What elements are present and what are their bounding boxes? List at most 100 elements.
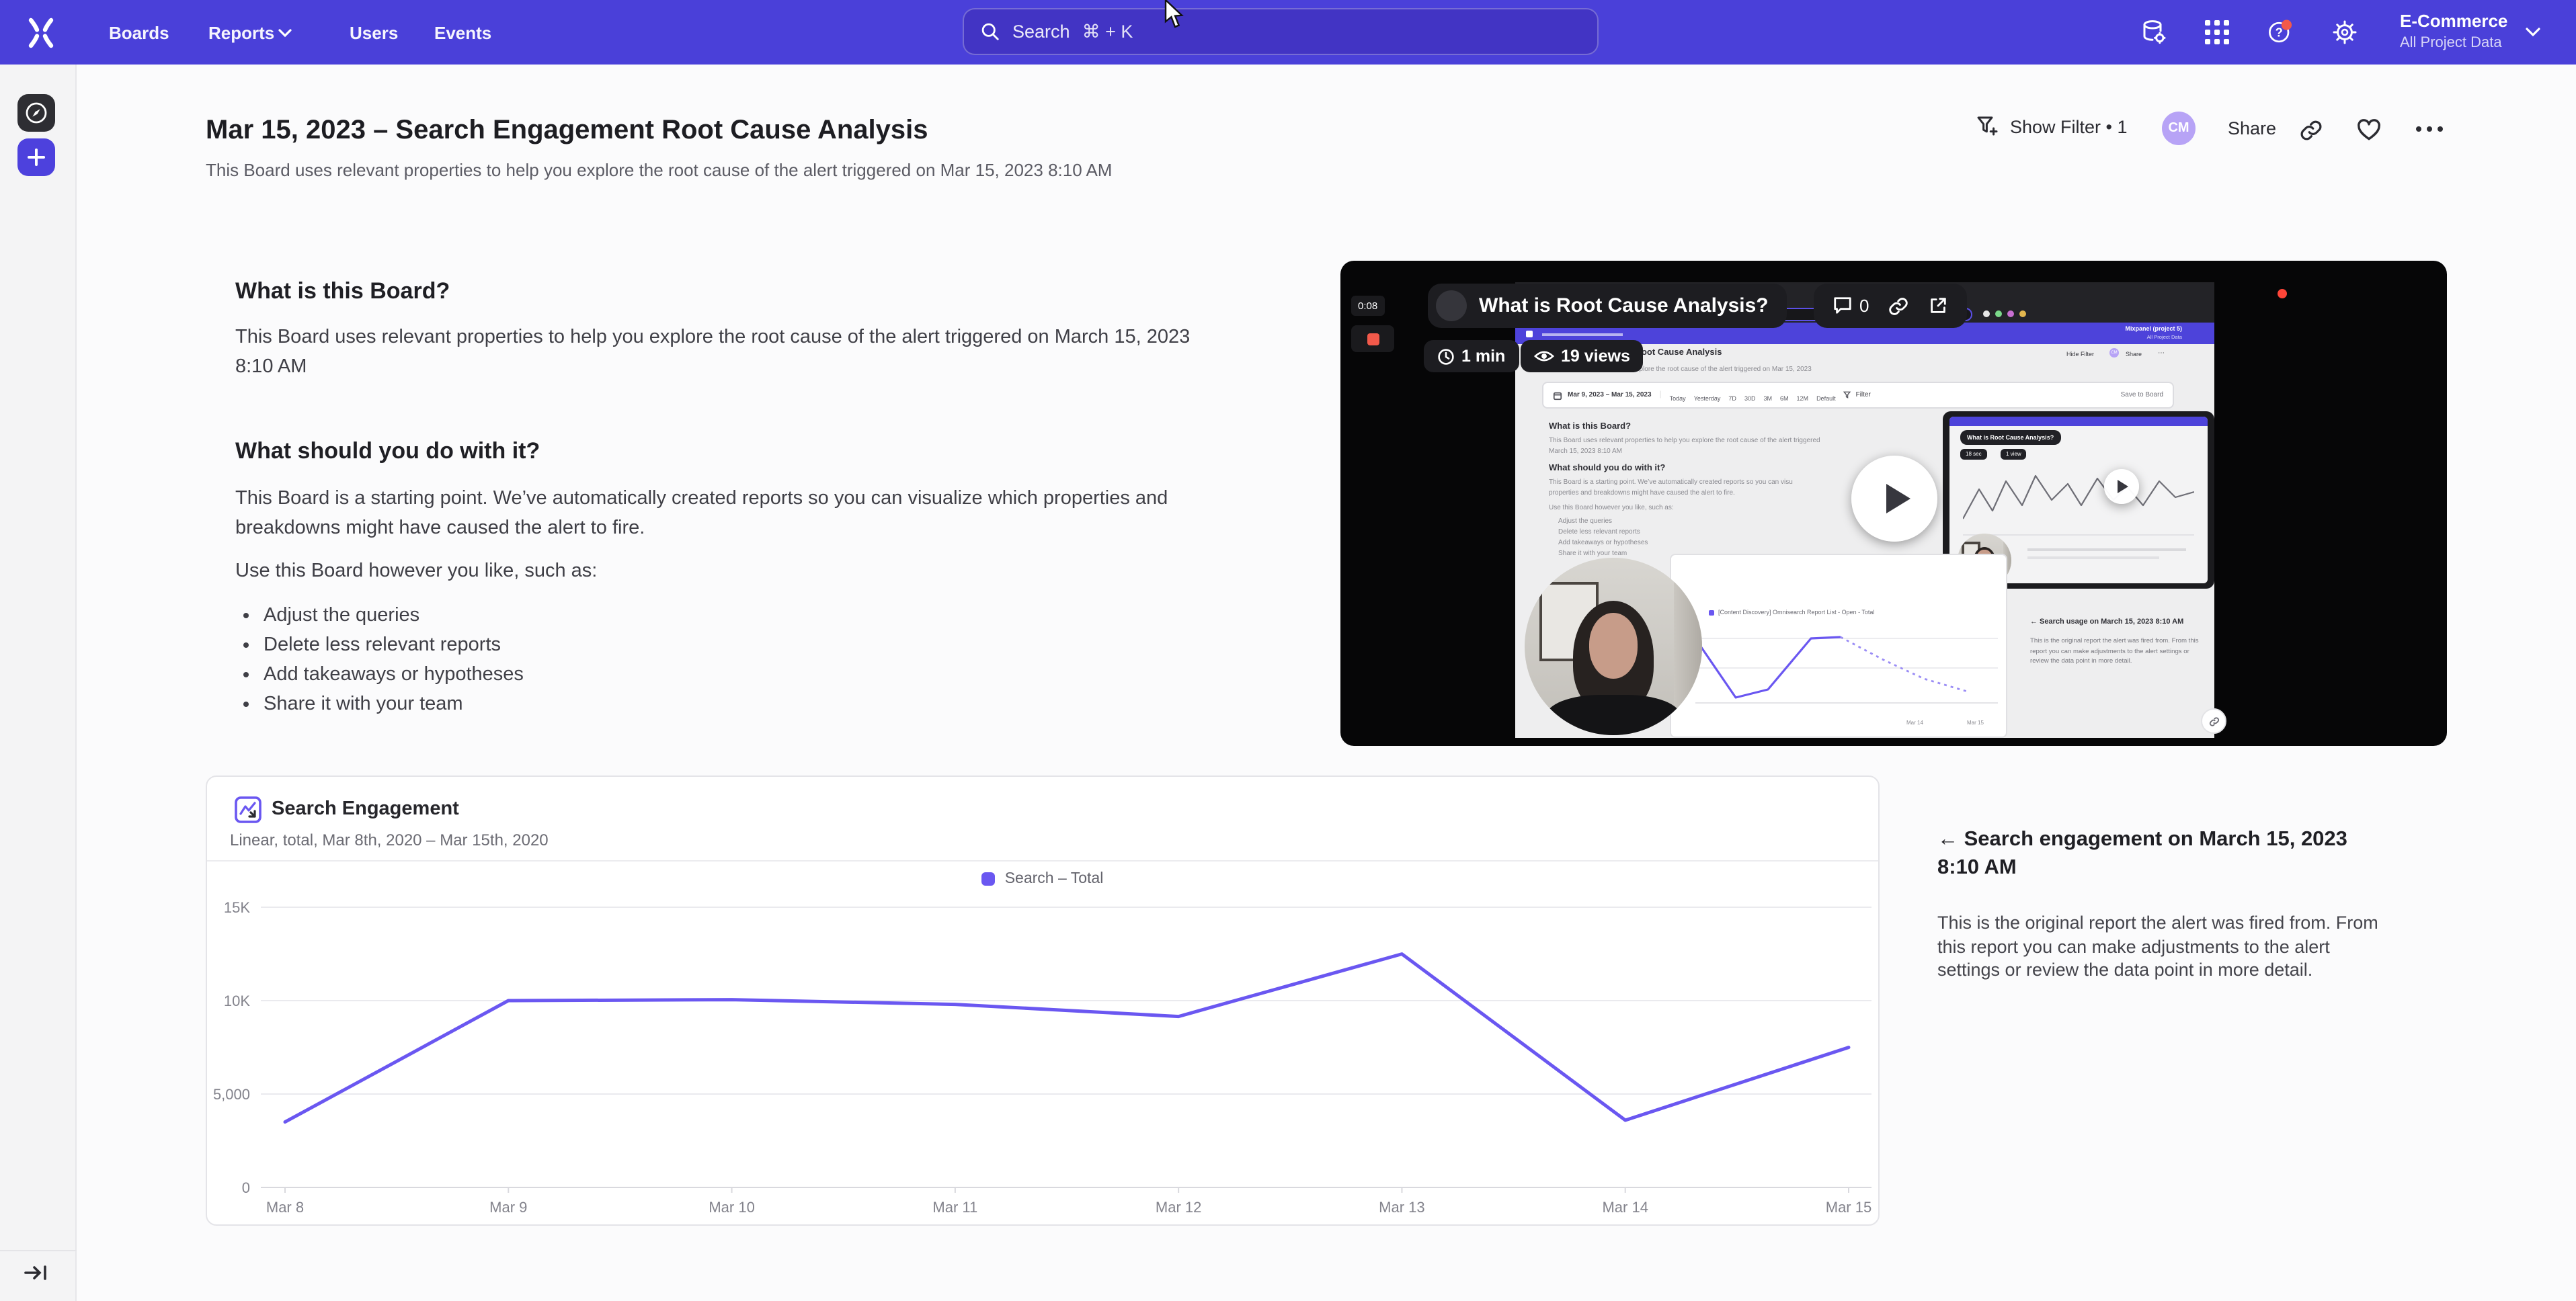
gear-icon[interactable] bbox=[2331, 19, 2358, 46]
mini-save-to-board: Save to Board bbox=[2121, 391, 2163, 399]
mini-aside-heading: ← Search usage on March 15, 2023 8:10 AM bbox=[2030, 618, 2208, 626]
video-title-pill: What is Root Cause Analysis? bbox=[1428, 284, 1787, 328]
copy-link-icon[interactable] bbox=[2299, 118, 2323, 142]
divider: | bbox=[1660, 391, 1662, 399]
mini-hide-filter: Hide Filter bbox=[2066, 351, 2094, 358]
presenter-webcam bbox=[1525, 558, 1702, 735]
top-nav: Boards Reports Users Events Search ⌘ + K… bbox=[0, 0, 2576, 65]
mini-p2b: properties and breakdowns might have cau… bbox=[1549, 488, 1735, 499]
mini-extension-icon bbox=[2007, 310, 2014, 317]
chart-legend[interactable]: Search – Total bbox=[207, 871, 1878, 887]
mini-range-chip: Yesterday bbox=[1694, 395, 1721, 402]
mini-filter-label: Filter bbox=[1856, 391, 1871, 399]
mini-project-scope: All Project Data bbox=[2147, 334, 2182, 339]
collaborator-avatar[interactable]: CM bbox=[2162, 112, 2196, 145]
nav-item-users[interactable]: Users bbox=[350, 23, 398, 43]
play-icon bbox=[2118, 480, 2128, 493]
boards-home-button[interactable] bbox=[17, 94, 55, 132]
copy-link-icon[interactable] bbox=[1888, 295, 1909, 317]
mini-date-range: Mar 9, 2023 – Mar 15, 2023 bbox=[1568, 391, 1652, 399]
intro-bullet-list: Adjust the queries Delete less relevant … bbox=[239, 601, 1205, 719]
plus-icon bbox=[27, 148, 46, 167]
mini-p2a: This Board is a starting point. We’ve au… bbox=[1549, 477, 1892, 488]
chevron-down-icon bbox=[2525, 27, 2541, 38]
report-title[interactable]: Search Engagement bbox=[272, 798, 459, 820]
mini-h1: What is this Board? bbox=[1549, 422, 1631, 431]
mini-range-chip: Default bbox=[1816, 395, 1836, 402]
external-link-icon[interactable] bbox=[1928, 296, 1948, 316]
expand-sidebar-icon[interactable] bbox=[24, 1263, 48, 1282]
show-filter-button[interactable]: Show Filter • 1 bbox=[1976, 116, 2128, 138]
favorite-heart-icon[interactable] bbox=[2357, 118, 2381, 141]
share-button[interactable]: Share bbox=[2228, 118, 2276, 138]
nav-item-boards[interactable]: Boards bbox=[109, 23, 169, 43]
x-tick-label: Mar 8 bbox=[266, 1199, 304, 1216]
mini-p3: Use this Board however you like, such as… bbox=[1549, 503, 1674, 513]
nested-duration: 18 sec bbox=[1960, 449, 1987, 460]
mini-range-chip: Today bbox=[1670, 395, 1686, 402]
mini-range-chip: 30D bbox=[1744, 395, 1756, 402]
intro-paragraph-2: This Board is a starting point. We’ve au… bbox=[235, 484, 1233, 543]
filter-icon bbox=[1976, 116, 1999, 138]
more-options-icon[interactable] bbox=[2415, 125, 2444, 133]
list-item: Delete less relevant reports bbox=[264, 630, 1205, 660]
search-shortcut: ⌘ + K bbox=[1082, 21, 1133, 42]
video-player[interactable]: Mar 15, 2023 - Search Enga... × + Mixpan… bbox=[1340, 261, 2447, 746]
mini-range-chips: TodayYesterday7D30D3M6M12MDefault bbox=[1670, 383, 1844, 407]
x-tick-label: Mar 14 bbox=[1602, 1199, 1648, 1216]
mini-chart-legend: [Content Discovery] Omnisearch Report Li… bbox=[1718, 609, 1874, 616]
project-name: E-Commerce bbox=[2400, 11, 2507, 31]
play-button[interactable] bbox=[1851, 456, 1937, 542]
recording-time: 0:08 bbox=[1358, 300, 1377, 312]
svg-text:?: ? bbox=[2276, 26, 2283, 40]
notification-dot bbox=[2282, 19, 2292, 30]
nested-video-title: What is Root Cause Analysis? bbox=[1960, 430, 2060, 445]
mini-share: Share bbox=[2126, 351, 2142, 358]
list-item: Add takeaways or hypotheses bbox=[264, 660, 1205, 689]
mini-range-chip: 7D bbox=[1728, 395, 1736, 402]
mini-link-fab bbox=[2201, 708, 2226, 734]
legend-label: Search – Total bbox=[1005, 871, 1104, 887]
page-subtitle: This Board uses relevant properties to h… bbox=[206, 160, 1112, 180]
database-gear-icon[interactable] bbox=[2140, 19, 2167, 46]
mini-extension-icon bbox=[1995, 310, 2002, 317]
presenter-face bbox=[1588, 613, 1638, 679]
show-filter-label: Show Filter • 1 bbox=[2010, 117, 2128, 137]
x-tick-label: Mar 12 bbox=[1156, 1199, 1201, 1216]
mini-bullet: Delete less relevant reports bbox=[1558, 527, 1640, 538]
video-comments-button[interactable]: 0 bbox=[1833, 296, 1869, 316]
help-icon[interactable]: ? bbox=[2267, 19, 2294, 46]
y-tick-label: 15K bbox=[224, 899, 250, 916]
video-comment-count: 0 bbox=[1859, 296, 1869, 316]
intro-paragraph-3: Use this Board however you like, such as… bbox=[235, 556, 1233, 586]
mini-h2: What should you do with it? bbox=[1549, 464, 1665, 473]
y-tick-label: 0 bbox=[242, 1179, 250, 1196]
line-chart: 05,00010K15KMar 8Mar 9Mar 10Mar 11Mar 12… bbox=[207, 891, 1878, 1227]
apps-grid-icon[interactable] bbox=[2204, 19, 2230, 46]
video-duration-pill: 1 min bbox=[1424, 340, 1519, 372]
nav-item-reports[interactable]: Reports bbox=[208, 23, 274, 43]
mini-report-card: [Content Discovery] Omnisearch Report Li… bbox=[1670, 554, 2007, 738]
mini-range-chip: 6M bbox=[1780, 395, 1789, 402]
nested-chart bbox=[1963, 465, 2194, 543]
mini-range-chip: 3M bbox=[1763, 395, 1772, 402]
nested-nav-bar bbox=[1949, 417, 2208, 426]
mini-p1b: March 15, 2023 8:10 AM bbox=[1549, 446, 1622, 457]
divider bbox=[207, 860, 1878, 862]
mini-extension-icon bbox=[1983, 310, 1990, 317]
report-card-search-engagement: Search Engagement Linear, total, Mar 8th… bbox=[206, 775, 1880, 1226]
search-input[interactable]: Search ⌘ + K bbox=[963, 8, 1599, 55]
legend-swatch bbox=[982, 872, 996, 886]
compass-icon bbox=[24, 101, 48, 125]
nested-text-line bbox=[2027, 556, 2159, 559]
nested-views: 1 view bbox=[2001, 449, 2027, 460]
search-icon bbox=[980, 22, 1000, 42]
video-views: 19 views bbox=[1561, 347, 1630, 366]
video-duration: 1 min bbox=[1461, 347, 1505, 366]
video-title: What is Root Cause Analysis? bbox=[1479, 294, 1769, 317]
x-tick-label: Mar 9 bbox=[489, 1199, 527, 1216]
add-board-button[interactable] bbox=[17, 138, 55, 176]
project-selector[interactable]: E-Commerce All Project Data bbox=[2393, 0, 2568, 65]
nav-item-events[interactable]: Events bbox=[434, 23, 491, 43]
mixpanel-logo[interactable] bbox=[26, 17, 56, 48]
